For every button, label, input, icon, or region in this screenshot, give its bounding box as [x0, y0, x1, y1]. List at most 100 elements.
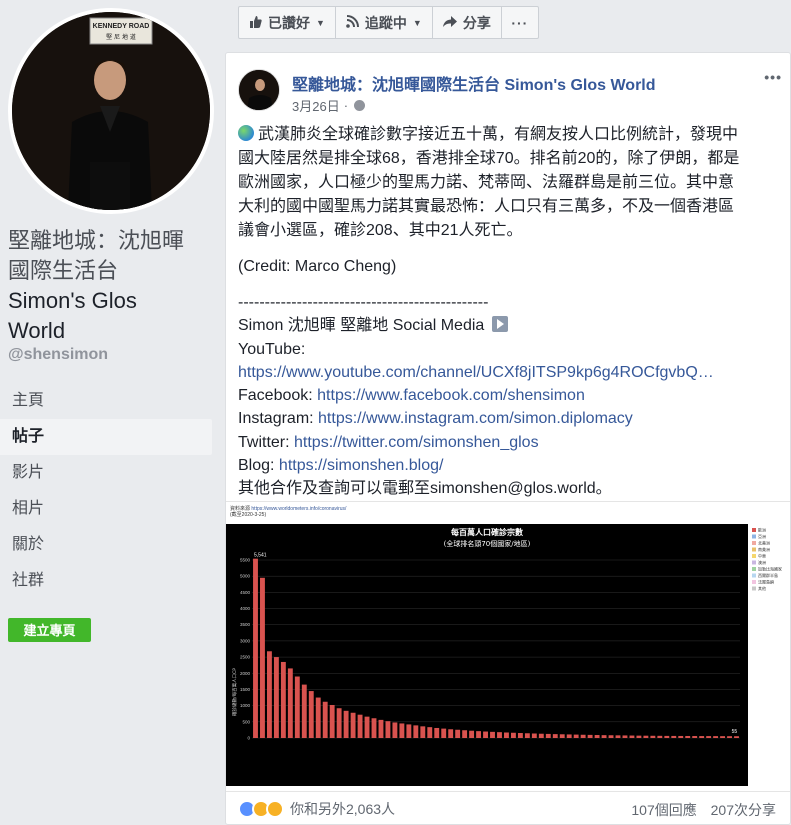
nav-item-about[interactable]: 關於: [0, 527, 212, 563]
chart-ytick-label: 4500: [240, 590, 251, 595]
play-button-icon: [491, 316, 508, 333]
comment-count[interactable]: 107個回應: [631, 802, 696, 818]
chart-ytick-label: 2500: [240, 655, 251, 660]
chart-bar: [608, 735, 614, 738]
page-title-zh-line1: 堅離地城：沈旭暉: [8, 228, 185, 253]
chart-bar: [727, 736, 732, 738]
chart-svg: 每百萬人口確診宗數 (全球排名頭70個國家/地區) 05001000150020…: [226, 524, 782, 786]
engagement-counts: 107個回應 207次分享: [621, 800, 776, 820]
reactions-summary[interactable]: 你和另外2,063人: [238, 799, 395, 819]
chart-bar: [406, 724, 412, 738]
post-paragraph-line: 大利的國中國聖馬力諾其實最恐怖：人口只有三萬多，不及一個香港區: [238, 198, 735, 215]
chart-ytick-label: 2000: [240, 671, 251, 676]
chart-bar: [566, 734, 572, 738]
chart-bar: [266, 651, 272, 738]
chart-ytick-label: 500: [242, 719, 250, 724]
chart-bar: [476, 731, 482, 738]
nav-item-posts[interactable]: 帖子: [0, 419, 212, 455]
chart-bar: [294, 676, 300, 738]
globe-icon[interactable]: [354, 100, 366, 111]
chart-bar: [504, 732, 509, 738]
chart-bar: [552, 734, 558, 738]
post-text: 武漢肺炎全球確診數字接近五十萬，有網友按人口比例統計，發現中 國大陸居然是排全球…: [238, 123, 778, 501]
chart-bar: [455, 729, 461, 738]
chart-bar: [734, 736, 739, 738]
post-paragraph-line: 國大陸居然是排全球68，香港排全球70。排名前20的，除了伊朗，都是: [238, 150, 740, 167]
share-count[interactable]: 207次分享: [711, 802, 776, 818]
reaction-count: 你和另外2,063人: [290, 801, 396, 817]
chart-top-value-label: 5,541: [254, 553, 267, 559]
page-title-en-line1: Simon's Glos: [8, 288, 137, 313]
chart-bar: [350, 712, 356, 738]
chart-bar: [385, 721, 391, 738]
chart-bar: [260, 577, 265, 738]
nav-item-home[interactable]: 主頁: [0, 383, 212, 419]
chart-legend-swatch: [752, 541, 756, 545]
twitter-link[interactable]: https://twitter.com/simonshen_glos: [294, 434, 539, 451]
profile-picture[interactable]: KENNEDY ROAD 堅 尼 地 道: [8, 8, 214, 214]
chart-bar: [420, 726, 426, 738]
following-label: 追蹤中: [364, 14, 407, 31]
chart-bar: [699, 736, 705, 738]
chart-ytick-label: 3000: [240, 638, 251, 643]
chart-bar: [490, 731, 495, 738]
liked-button[interactable]: 已讚好 ▼: [238, 6, 336, 39]
post-author-name[interactable]: 堅離地城：沈旭暉國際生活台 Simon's Glos World: [292, 71, 656, 95]
nav-item-photos[interactable]: 相片: [0, 491, 212, 527]
blog-link[interactable]: https://simonshen.blog/: [279, 457, 444, 474]
chart-background: [226, 524, 748, 786]
post-date[interactable]: 3月26日: [292, 96, 340, 115]
chart-bar: [678, 735, 684, 738]
share-button[interactable]: 分享: [431, 6, 502, 39]
more-options-button[interactable]: ···: [500, 6, 539, 39]
chart-bar: [287, 668, 293, 738]
chart-bar: [531, 733, 537, 738]
chart-bar: [392, 722, 398, 738]
chart-ylabel: 確診總數/每百萬人口CP: [231, 668, 238, 716]
nav-item-videos[interactable]: 影片: [0, 455, 212, 491]
chart-legend-swatch: [752, 567, 756, 571]
chart-bar: [524, 733, 530, 738]
chart-legend-swatch: [752, 547, 756, 552]
chart-last-value-label: 55: [732, 729, 738, 735]
chart-legend-swatch: [752, 534, 756, 539]
chart-legend-entry: 加勒比海國家: [758, 566, 782, 572]
avatar-sign-text: KENNEDY ROAD: [93, 23, 150, 30]
chart-bar: [371, 718, 377, 738]
instagram-label: Instagram:: [238, 410, 319, 428]
page-sidebar: KENNEDY ROAD 堅 尼 地 道 堅離地城：沈旭暉 國際生活台 Simo…: [0, 0, 222, 825]
create-page-button[interactable]: 建立專頁: [8, 618, 91, 642]
post-image[interactable]: 資料來源 https://www.worldometers.info/coron…: [226, 501, 790, 791]
chart-legend-swatch: [752, 586, 756, 591]
chart-bar: [280, 661, 286, 738]
chart-bar: [315, 697, 321, 738]
chart-legend-entry: 法屬島嶼: [758, 579, 774, 585]
instagram-link[interactable]: https://www.instagram.com/simon.diplomac…: [318, 410, 633, 427]
youtube-link[interactable]: https://www.youtube.com/channel/UCXf8jIT…: [238, 364, 714, 381]
chart-bar: [545, 733, 551, 738]
chart-subtitle: (全球排名頭70個國家/地區): [444, 539, 531, 548]
chart-bar: [399, 723, 405, 738]
chart-bar: [301, 684, 307, 738]
facebook-link[interactable]: https://www.facebook.com/shensimon: [317, 387, 585, 404]
chart-bar: [413, 725, 419, 738]
chart-ytick-label: 5500: [240, 558, 251, 563]
nav-item-community[interactable]: 社群: [0, 563, 212, 599]
post-options-button[interactable]: •••: [764, 69, 782, 85]
chart-bar: [357, 714, 363, 738]
following-button[interactable]: 追蹤中 ▼: [334, 6, 433, 39]
post-header: 堅離地城：沈旭暉國際生活台 Simon's Glos World 3月26日 ·…: [238, 69, 781, 115]
chart-legend-entry: 北美洲: [758, 540, 770, 546]
chart-legend: 歐洲亞洲北美洲南美洲中東澳洲加勒比海國家西爾群半島法屬島嶼其他: [752, 527, 782, 591]
chart-bar: [517, 733, 523, 738]
blog-label: Blog:: [238, 457, 279, 475]
page-handle[interactable]: @shensimon: [8, 346, 108, 364]
page-action-bar: 已讚好 ▼ 追蹤中 ▼ 分享 ···: [238, 6, 539, 39]
chart-bar: [427, 727, 433, 738]
post-author-avatar[interactable]: [238, 69, 280, 111]
chart-bar: [594, 735, 600, 738]
chart-bar: [643, 735, 649, 738]
chart-legend-entry: 南美洲: [758, 546, 770, 552]
chart-bar: [622, 735, 628, 738]
chart-legend-swatch: [752, 528, 756, 532]
